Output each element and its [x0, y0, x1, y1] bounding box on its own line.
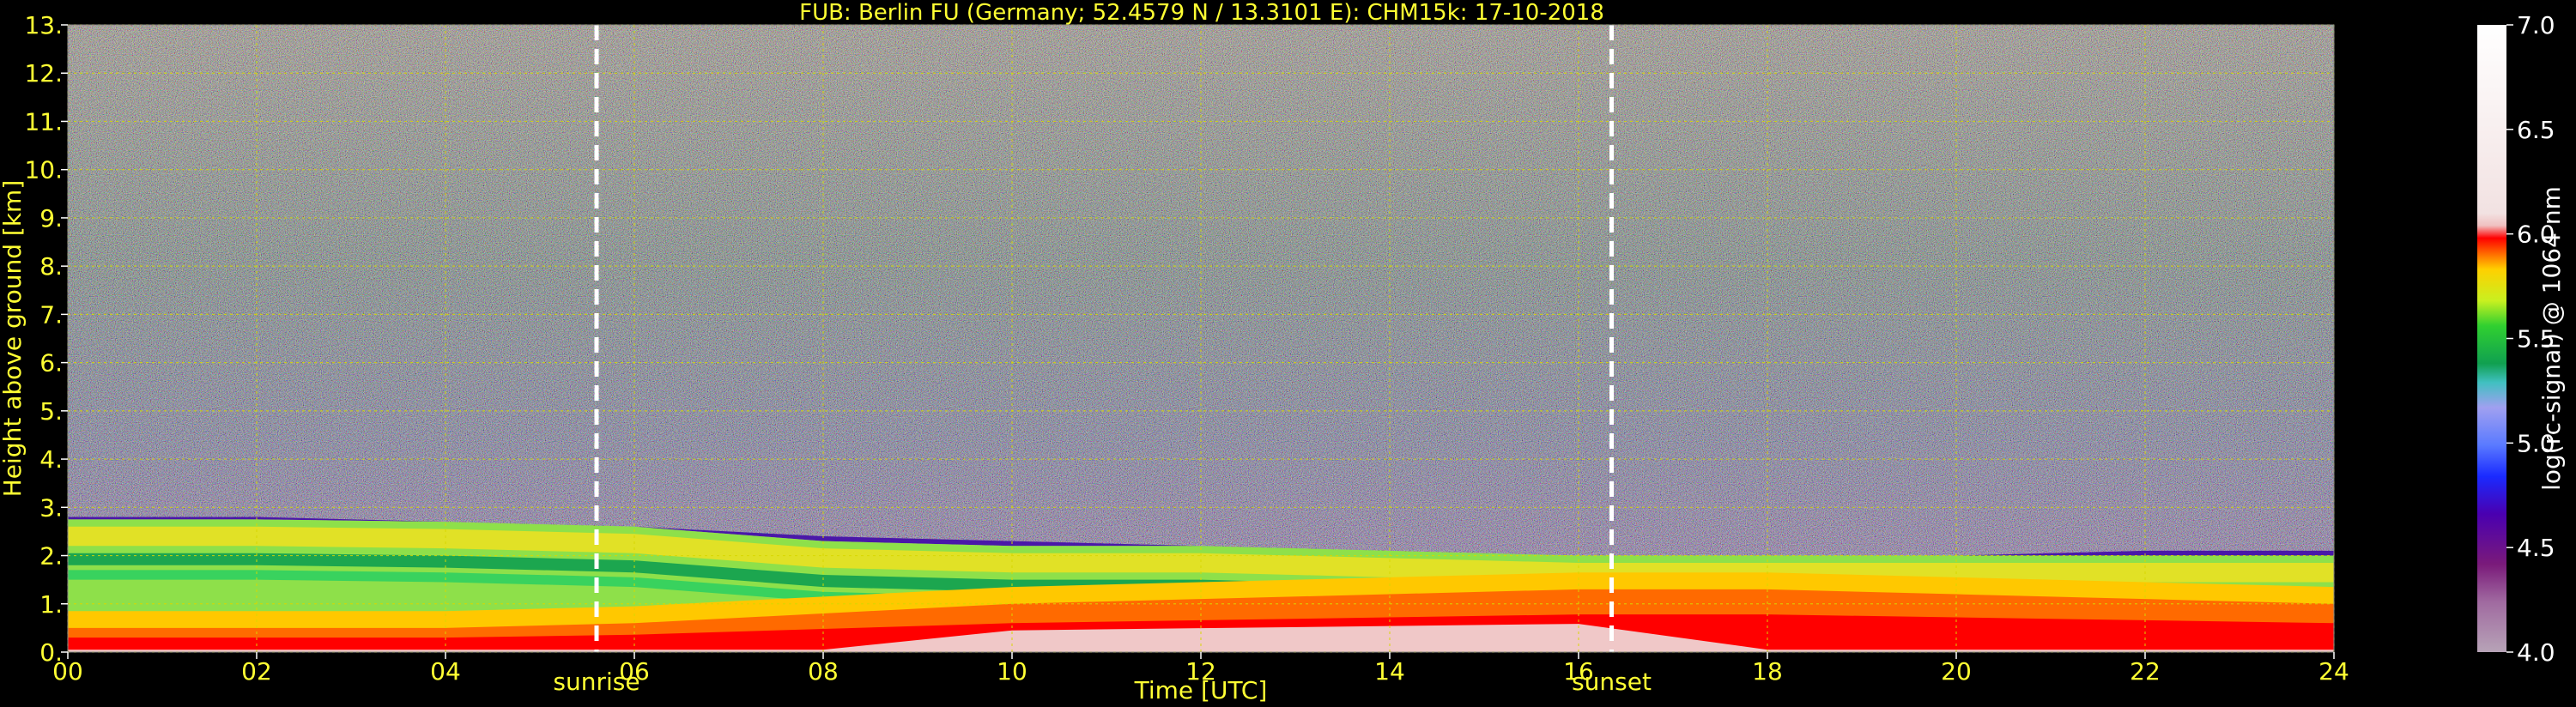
y-tick-label: 7. — [39, 300, 63, 329]
x-tick-label: 04 — [430, 657, 461, 686]
x-tick-label: 24 — [2318, 657, 2349, 686]
x-axis-label: Time [UTC] — [1134, 676, 1268, 704]
y-tick-label: 2. — [39, 542, 63, 571]
y-tick-label: 5. — [39, 397, 63, 426]
y-tick-label: 8. — [39, 252, 63, 281]
plot-area — [67, 24, 2335, 653]
y-tick-label: 1. — [39, 590, 63, 619]
y-tick-label: 4. — [39, 445, 63, 474]
y-tick-label: 10. — [24, 156, 63, 184]
sunrise-label: sunrise — [553, 668, 639, 696]
y-axis-label: Height above ground [km] — [0, 180, 27, 498]
y-tick-label: 9. — [39, 204, 63, 233]
colorbar-tick-label: 7.0 — [2517, 11, 2555, 39]
colorbar-tick-label: 4.0 — [2517, 638, 2555, 667]
x-tick-label: 02 — [241, 657, 272, 686]
x-tick-label: 22 — [2130, 657, 2161, 686]
x-tick-label: 10 — [997, 657, 1027, 686]
y-axis-ticks: 0. 1. 2. 3. 4. 5. 6. 7. 8. 9. 10. 11. 12. 13. — [24, 11, 68, 667]
y-tick-label: 12. — [24, 59, 63, 88]
x-tick-label: 18 — [1752, 657, 1783, 686]
x-tick-label: 20 — [1941, 657, 1972, 686]
colorbar: 4.04.55.05.56.06.57.0 log(rc-signal) @ 1… — [2477, 11, 2566, 667]
chart-title: FUB: Berlin FU (Germany; 52.4579 N / 13.… — [799, 0, 1604, 26]
colorbar-tick-label: 4.5 — [2517, 534, 2555, 562]
x-tick-label: 14 — [1374, 657, 1405, 686]
colorbar-label: log(rc-signal) @ 1064 nm — [2537, 186, 2566, 491]
y-tick-label: 3. — [39, 493, 63, 522]
x-tick-label: 08 — [808, 657, 839, 686]
colorbar-tick-label: 6.5 — [2517, 116, 2555, 144]
ceilometer-figure: FUB: Berlin FU (Germany; 52.4579 N / 13.… — [0, 0, 2566, 704]
y-tick-label: 13. — [24, 11, 63, 39]
y-tick-label: 11. — [24, 107, 63, 136]
y-tick-label: 6. — [39, 349, 63, 378]
sunset-label: sunset — [1572, 668, 1652, 696]
colorbar-gradient — [2477, 25, 2506, 652]
y-tick-label: 0. — [39, 638, 63, 667]
